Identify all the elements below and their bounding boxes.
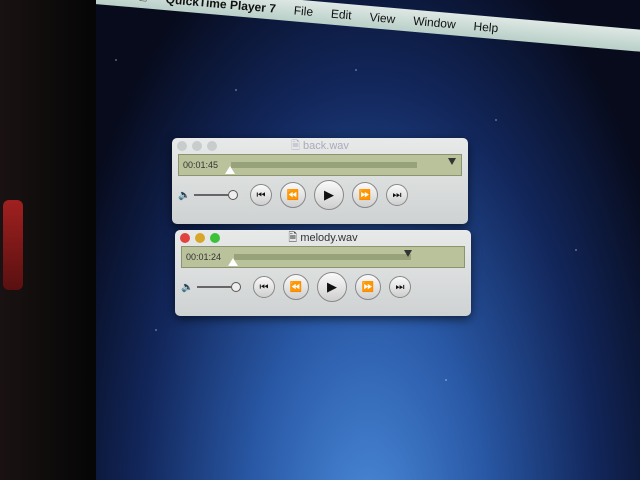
- window-title-text: back.wav: [303, 139, 349, 152]
- volume-slider[interactable]: [194, 194, 229, 196]
- menu-file[interactable]: File: [293, 3, 313, 19]
- go-to-end-button[interactable]: ⏭: [389, 276, 411, 298]
- volume-control[interactable]: 🔈: [178, 190, 250, 201]
- menu-window[interactable]: Window: [413, 14, 457, 32]
- volume-control[interactable]: 🔈: [181, 282, 253, 293]
- current-time: 00:01:45: [183, 160, 219, 170]
- loaded-track[interactable]: [231, 162, 418, 168]
- menu-help[interactable]: Help: [473, 19, 499, 35]
- audio-file-icon: 🗎: [291, 139, 300, 152]
- title-bar[interactable]: 🗎 back.wav: [172, 138, 468, 154]
- speaker-icon: 🔈: [178, 189, 191, 201]
- loaded-track[interactable]: [234, 254, 412, 260]
- window-title-text: melody.wav: [300, 231, 358, 244]
- menu-view[interactable]: View: [369, 10, 396, 26]
- lcd-display: 00:01:24: [181, 246, 465, 268]
- lcd-display: 00:01:45: [178, 154, 462, 176]
- go-to-start-button[interactable]: ⏮: [250, 184, 272, 206]
- fast-forward-button[interactable]: ⏩: [355, 274, 381, 300]
- rewind-button[interactable]: ⏪: [280, 182, 306, 208]
- title-bar[interactable]: 🗎 melody.wav: [175, 230, 471, 246]
- go-to-start-button[interactable]: ⏮: [253, 276, 275, 298]
- playhead[interactable]: [225, 166, 235, 174]
- window-title: 🗎 melody.wav: [175, 229, 471, 248]
- volume-knob[interactable]: [231, 282, 242, 292]
- audio-file-icon: 🗎: [288, 231, 298, 244]
- apple-menu-icon[interactable]: : [138, 0, 148, 5]
- volume-slider[interactable]: [197, 286, 232, 288]
- menu-edit[interactable]: Edit: [330, 7, 352, 23]
- player-window-melody[interactable]: 🗎 melody.wav 00:01:24 🔈 ⏮ ⏪ ▶ ⏩ ⏭: [175, 230, 471, 316]
- fire-extinguisher: [3, 200, 23, 290]
- current-time: 00:01:24: [186, 252, 222, 262]
- window-title: 🗎 back.wav: [172, 137, 468, 156]
- play-button[interactable]: ▶: [314, 180, 344, 210]
- out-marker[interactable]: [403, 250, 412, 257]
- playhead[interactable]: [228, 258, 238, 266]
- out-marker[interactable]: [447, 158, 456, 165]
- room-background: [0, 0, 100, 480]
- play-button[interactable]: ▶: [317, 272, 347, 302]
- fast-forward-button[interactable]: ⏩: [352, 182, 378, 208]
- rewind-button[interactable]: ⏪: [283, 274, 309, 300]
- player-window-back[interactable]: 🗎 back.wav 00:01:45 🔈 ⏮ ⏪ ▶ ⏩ ⏭: [172, 138, 468, 224]
- speaker-icon: 🔈: [181, 281, 194, 293]
- go-to-end-button[interactable]: ⏭: [386, 184, 408, 206]
- volume-knob[interactable]: [228, 190, 239, 200]
